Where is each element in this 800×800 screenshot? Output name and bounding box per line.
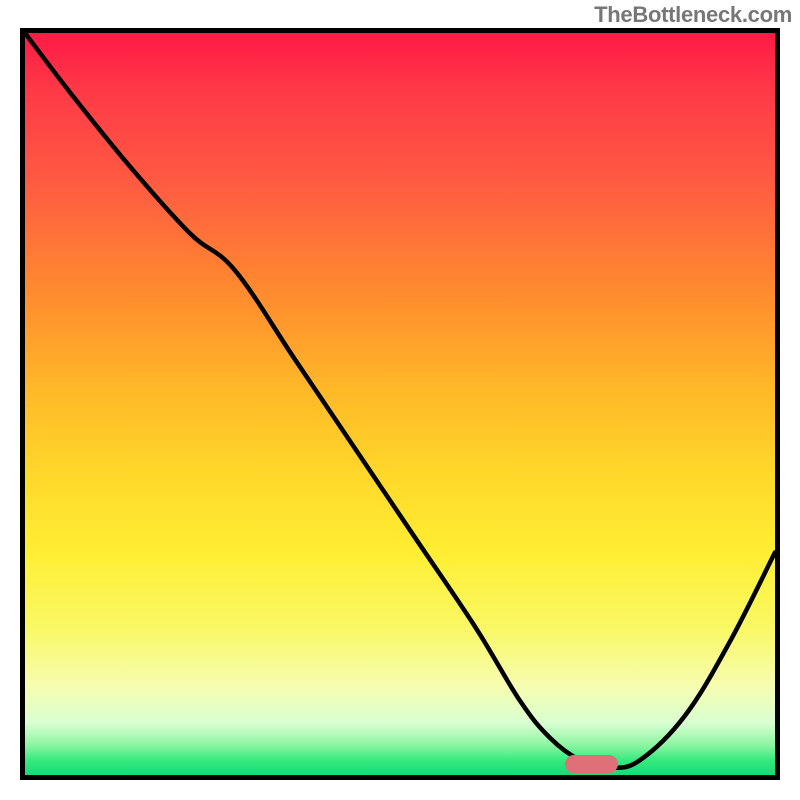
chart-container: TheBottleneck.com	[0, 0, 800, 800]
curve-path	[25, 33, 775, 768]
plot-frame	[20, 28, 780, 780]
optimal-zone-marker	[565, 755, 618, 773]
watermark-text: TheBottleneck.com	[594, 2, 792, 28]
curve-svg	[25, 33, 775, 775]
